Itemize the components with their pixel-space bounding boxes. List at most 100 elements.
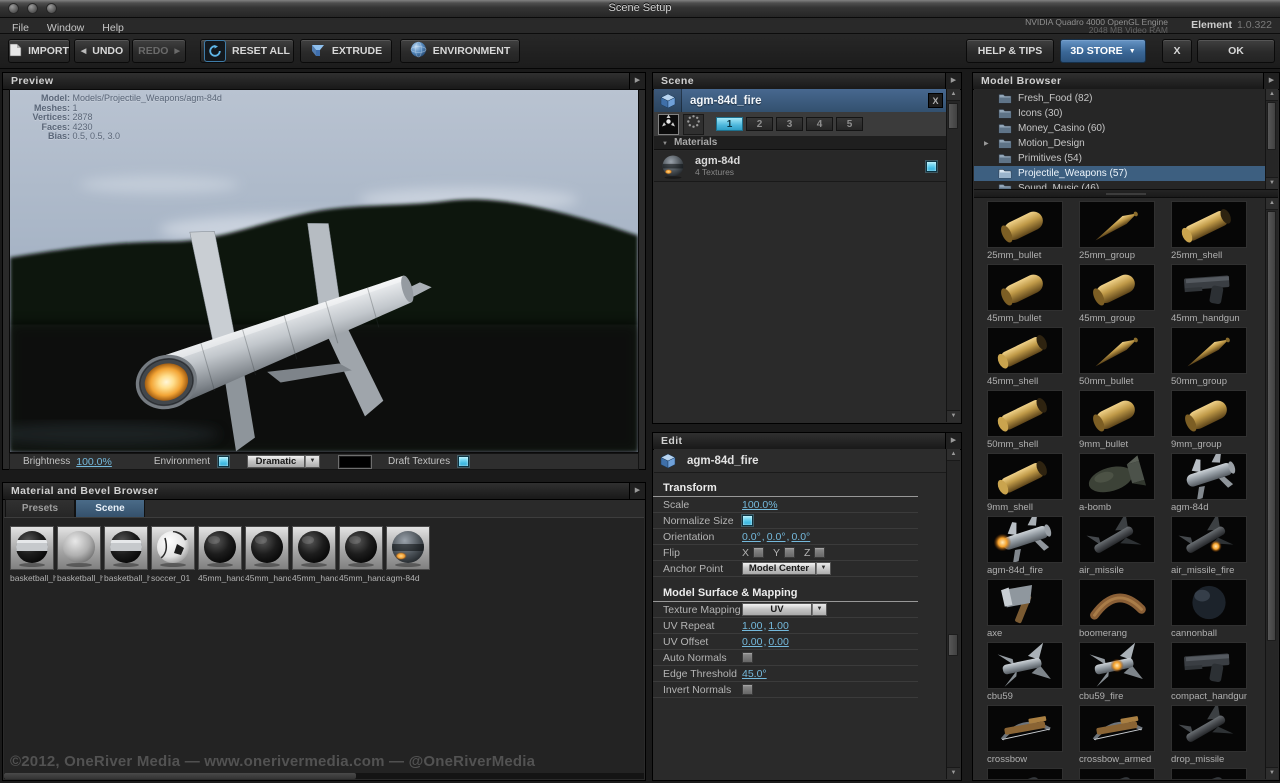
edge-threshold-value[interactable]: 45.0°: [742, 668, 767, 680]
panel-collapse-icon[interactable]: ▶: [945, 73, 961, 89]
close-button[interactable]: X: [1162, 39, 1192, 63]
scrollbar-thumb[interactable]: [1267, 211, 1276, 641]
panel-splitter[interactable]: [974, 189, 1278, 198]
scroll-up-icon[interactable]: ▲: [947, 449, 960, 461]
draft-textures-checkbox[interactable]: [458, 456, 469, 467]
tree-item-sound_music-46-[interactable]: Sound_Music (46): [974, 181, 1267, 189]
minimize-button[interactable]: [27, 3, 38, 14]
scroll-down-icon[interactable]: ▼: [947, 767, 960, 779]
reset-all-button[interactable]: RESET ALL: [200, 39, 294, 63]
model-item-50mm_group[interactable]: 50mm_group: [1171, 327, 1247, 388]
close-button[interactable]: [8, 3, 19, 14]
redo-button[interactable]: REDO▶: [132, 39, 186, 63]
title-bar[interactable]: Scene Setup: [0, 0, 1280, 18]
model-item-25mm_shell[interactable]: 25mm_shell: [1171, 201, 1247, 262]
tab-presets[interactable]: Presets: [5, 499, 75, 517]
zoom-button[interactable]: [46, 3, 57, 14]
scroll-down-icon[interactable]: ▼: [1266, 767, 1278, 779]
model-item-25mm_bullet[interactable]: 25mm_bullet: [987, 201, 1063, 262]
model-item-crossbow[interactable]: crossbow: [987, 705, 1063, 766]
group-button-5[interactable]: 5: [836, 117, 863, 131]
remove-item-button[interactable]: X: [928, 93, 943, 108]
tree-item-fresh_food-82-[interactable]: Fresh_Food (82): [974, 91, 1267, 106]
model-item-9mm_bullet[interactable]: 9mm_bullet: [1079, 390, 1155, 451]
scroll-up-icon[interactable]: ▲: [1266, 198, 1278, 210]
model-item-45mm_handgun[interactable]: 45mm_handgun: [1171, 264, 1247, 325]
environment-button[interactable]: ENVIRONMENT: [400, 39, 520, 63]
panel-collapse-icon[interactable]: ▶: [1263, 73, 1279, 89]
model-item-cannonball[interactable]: cannonball: [1171, 579, 1247, 640]
material-item-45mm_handg[interactable]: 45mm_handg: [339, 526, 383, 583]
group-button-4[interactable]: 4: [806, 117, 833, 131]
material-item-basketball_ho[interactable]: basketball_ho: [57, 526, 101, 583]
tree-item-projectile_weapons-57-[interactable]: Projectile_Weapons (57): [974, 166, 1267, 181]
grid-scrollbar[interactable]: ▲ ▼: [1265, 198, 1278, 779]
model-item-boomerang[interactable]: boomerang: [1079, 579, 1155, 640]
background-color-swatch[interactable]: [338, 455, 372, 469]
expander-icon[interactable]: ▶: [984, 140, 989, 147]
panel-collapse-icon[interactable]: ▶: [629, 73, 645, 89]
extrude-button[interactable]: EXTRUDE: [300, 39, 392, 63]
group-button-3[interactable]: 3: [776, 117, 803, 131]
model-item-25mm_group[interactable]: 25mm_group: [1079, 201, 1155, 262]
model-item-item[interactable]: [1171, 768, 1247, 779]
model-item-crossbow_armed[interactable]: crossbow_armed: [1079, 705, 1155, 766]
scroll-down-icon[interactable]: ▼: [1266, 177, 1278, 189]
model-item-axe[interactable]: axe: [987, 579, 1063, 640]
scrollbar-thumb[interactable]: [4, 773, 356, 779]
tree-item-icons-30-[interactable]: Icons (30): [974, 106, 1267, 121]
model-item-45mm_group[interactable]: 45mm_group: [1079, 264, 1155, 325]
model-item-50mm_shell[interactable]: 50mm_shell: [987, 390, 1063, 451]
material-item-45mm_handg[interactable]: 45mm_handg: [198, 526, 242, 583]
model-item-45mm_bullet[interactable]: 45mm_bullet: [987, 264, 1063, 325]
model-item-a-bomb[interactable]: a-bomb: [1079, 453, 1155, 514]
model-item-cbu59_fire[interactable]: cbu59_fire: [1079, 642, 1155, 703]
flip-z-checkbox[interactable]: [814, 547, 825, 558]
scroll-down-icon[interactable]: ▼: [947, 410, 960, 422]
model-item-compact_handgun[interactable]: compact_handgun: [1171, 642, 1247, 703]
value-link[interactable]: 0.0°: [791, 531, 810, 543]
tree-item-primitives-54-[interactable]: Primitives (54): [974, 151, 1267, 166]
horizontal-scrollbar[interactable]: [4, 773, 644, 779]
particles-mode-button[interactable]: [683, 114, 704, 135]
preview-viewport[interactable]: Model: Models/Projectile_Weapons/agm-84d…: [9, 89, 639, 453]
flip-y-checkbox[interactable]: [784, 547, 795, 558]
group-button-2[interactable]: 2: [746, 117, 773, 131]
model-item-drop_missile[interactable]: drop_missile: [1171, 705, 1247, 766]
3d-store-button[interactable]: 3D STORE▼: [1060, 39, 1146, 63]
emitter-mode-button[interactable]: [658, 114, 679, 135]
material-item-45mm_handg[interactable]: 45mm_handg: [245, 526, 289, 583]
value-link[interactable]: 1.00: [742, 620, 762, 632]
flip-x-checkbox[interactable]: [753, 547, 764, 558]
scrollbar-thumb[interactable]: [948, 634, 958, 656]
undo-button[interactable]: ◀UNDO: [74, 39, 130, 63]
material-item-45mm_handg[interactable]: 45mm_handg: [292, 526, 336, 583]
value-link[interactable]: 0.00: [768, 636, 788, 648]
model-item-item[interactable]: [987, 768, 1063, 779]
scale-value[interactable]: 100.0%: [742, 499, 778, 511]
value-link[interactable]: 0.0°: [767, 531, 786, 543]
model-item-air_missile[interactable]: air_missile: [1079, 516, 1155, 577]
scene-scrollbar[interactable]: ▲ ▼: [946, 89, 960, 422]
scrollbar-thumb[interactable]: [1267, 102, 1276, 150]
anchor-point-dropdown[interactable]: Model Center ▼: [742, 562, 831, 575]
import-button[interactable]: IMPORT: [8, 39, 70, 63]
value-link[interactable]: 1.00: [768, 620, 788, 632]
environment-preset-dropdown[interactable]: Dramatic ▼: [247, 455, 320, 468]
scene-material-row[interactable]: agm-84d 4 Textures: [654, 151, 947, 182]
material-item-agm-84d[interactable]: agm-84d: [386, 526, 430, 583]
model-item-cbu59[interactable]: cbu59: [987, 642, 1063, 703]
panel-collapse-icon[interactable]: ▶: [629, 483, 645, 499]
value-link[interactable]: 0.00: [742, 636, 762, 648]
environment-checkbox[interactable]: [218, 456, 229, 467]
model-item-45mm_shell[interactable]: 45mm_shell: [987, 327, 1063, 388]
model-item-9mm_group[interactable]: 9mm_group: [1171, 390, 1247, 451]
material-item-basketball_ho[interactable]: basketball_ho: [104, 526, 148, 583]
texture-mapping-dropdown[interactable]: UV ▼: [742, 603, 827, 616]
scene-item-selected[interactable]: agm-84d_fire X: [654, 89, 947, 113]
tree-scrollbar[interactable]: ▲ ▼: [1265, 89, 1278, 189]
normalize-size-checkbox[interactable]: [742, 515, 753, 526]
ok-button[interactable]: OK: [1197, 39, 1275, 63]
edit-scrollbar[interactable]: ▲ ▼: [946, 449, 960, 779]
material-item-soccer_01[interactable]: soccer_01: [151, 526, 195, 583]
